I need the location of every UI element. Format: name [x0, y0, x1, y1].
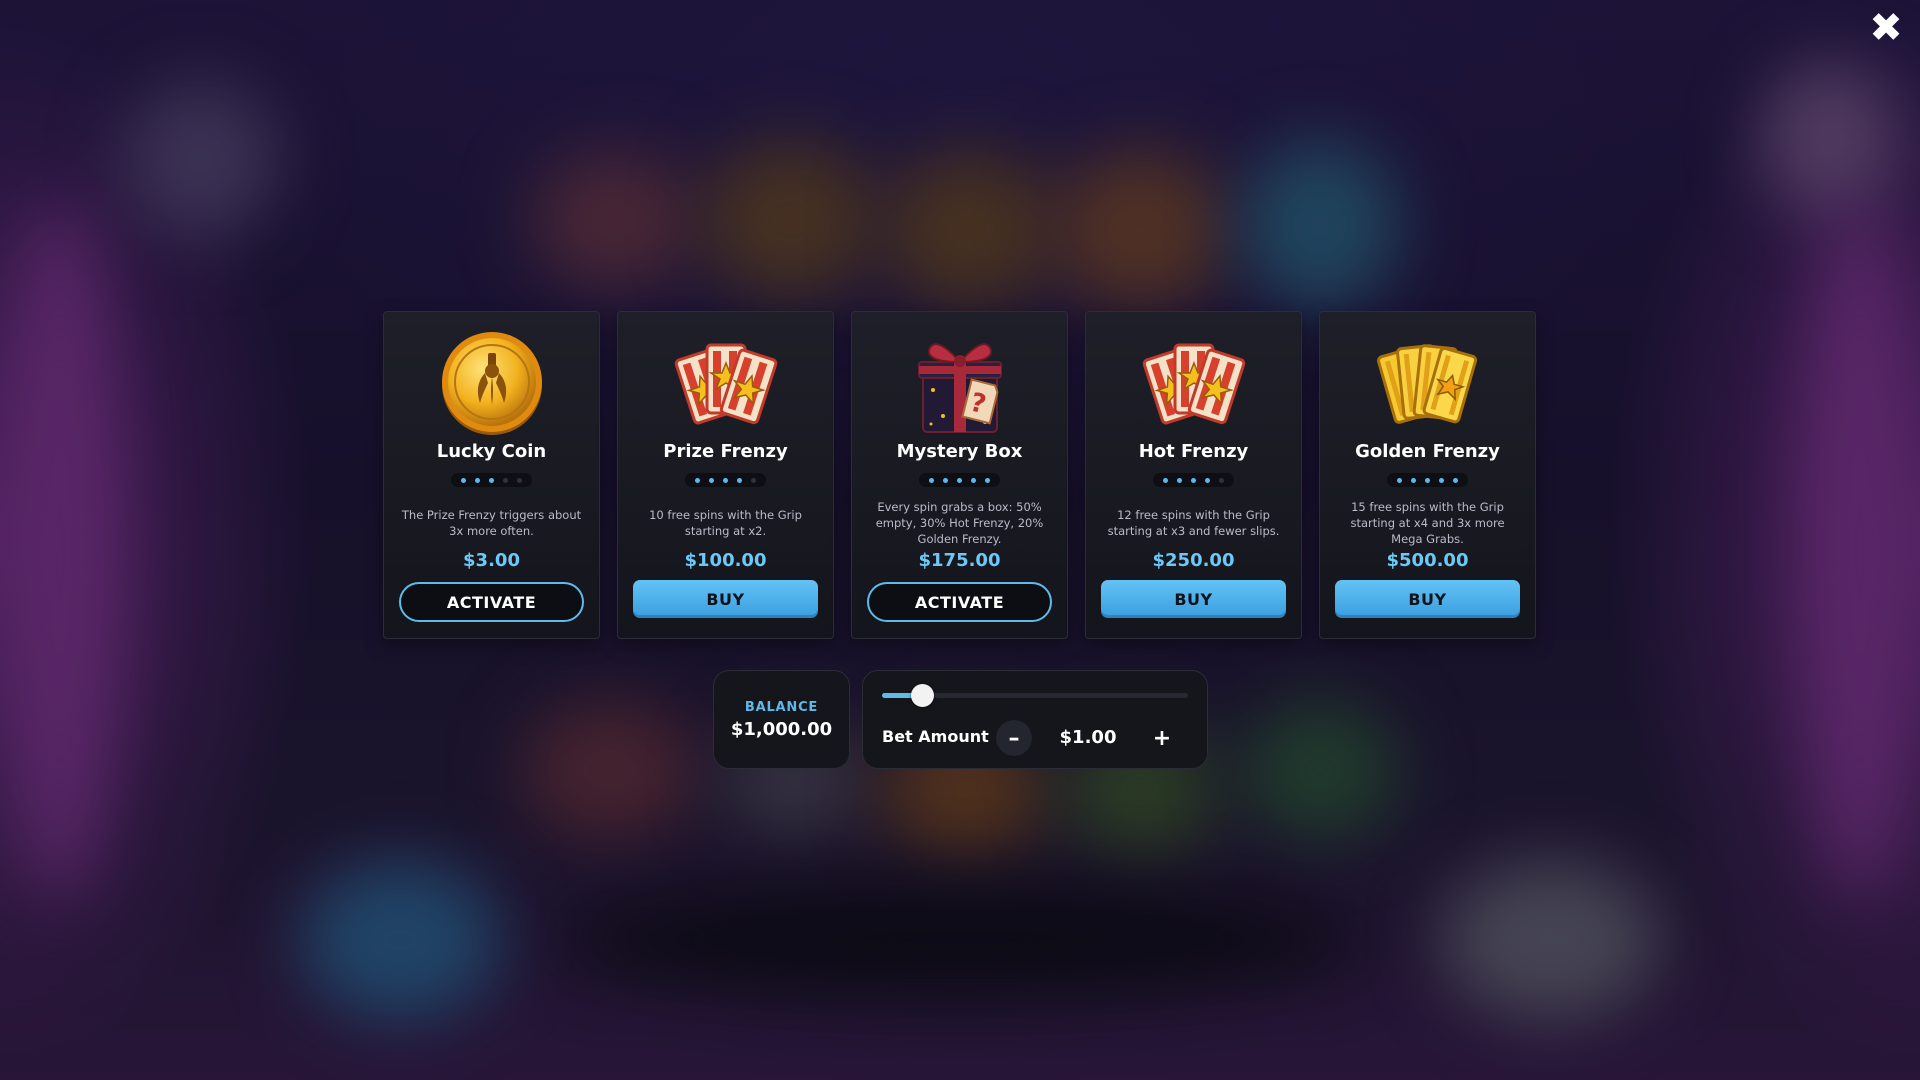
rating-dot-filled	[1411, 477, 1416, 483]
rating-dot-filled	[1205, 477, 1210, 483]
card-description: 15 free spins with the Grip starting at …	[1350, 500, 1505, 546]
activate-button[interactable]: ACTIVATE	[399, 582, 584, 622]
rating-dot-filled	[461, 477, 466, 483]
red-tickets-icon	[671, 328, 781, 438]
card-description: The Prize Frenzy triggers about 3x more …	[401, 508, 582, 538]
bonus-card-prize-frenzy: Prize Frenzy 10 free spins with the Grip…	[617, 311, 834, 639]
bet-amount-value: $1.00	[1059, 727, 1117, 748]
bonus-buy-cards: Lucky Coin The Prize Frenzy triggers abo…	[383, 311, 1536, 639]
mystery-gift-box-icon: ?	[905, 328, 1015, 438]
bonus-card-lucky-coin: Lucky Coin The Prize Frenzy triggers abo…	[383, 311, 600, 639]
rating-dot-empty	[517, 477, 522, 483]
rating-dot-empty	[751, 477, 756, 483]
card-title: Prize Frenzy	[663, 441, 788, 462]
rating-dot-filled	[489, 477, 494, 483]
balance-label: BALANCE	[744, 699, 819, 715]
buy-button[interactable]: BUY	[633, 580, 818, 618]
rating-dot-filled	[709, 477, 714, 483]
rating-dot-filled	[1177, 477, 1182, 483]
rating-dots	[1153, 473, 1234, 487]
buy-button[interactable]: BUY	[1101, 580, 1286, 618]
card-title: Mystery Box	[896, 441, 1023, 462]
bet-amount-label: Bet Amount	[882, 727, 989, 746]
buy-button[interactable]: BUY	[1335, 580, 1520, 618]
card-description: Every spin grabs a box: 50% empty, 30% H…	[875, 500, 1044, 546]
rating-dots	[451, 473, 532, 487]
rating-dot-filled	[1439, 477, 1444, 483]
rating-dot-filled	[1191, 477, 1196, 483]
rating-dots	[1387, 473, 1468, 487]
red-tickets-icon	[1139, 328, 1249, 438]
card-title: Golden Frenzy	[1355, 441, 1500, 462]
bet-slider-thumb[interactable]	[910, 684, 934, 707]
balance-value: $1,000.00	[730, 718, 833, 740]
activate-button[interactable]: ACTIVATE	[867, 582, 1052, 622]
card-price: $500.00	[1386, 550, 1469, 571]
card-title: Lucky Coin	[436, 441, 547, 462]
rating-dot-filled	[985, 477, 990, 483]
balance-panel: BALANCE $1,000.00	[713, 670, 850, 769]
rating-dots	[919, 473, 1000, 487]
rating-dot-filled	[929, 477, 934, 483]
close-button[interactable]: ✖	[1866, 8, 1906, 48]
rating-dot-filled	[475, 477, 480, 483]
golden-tickets-icon	[1373, 328, 1483, 438]
rating-dot-filled	[943, 477, 948, 483]
rating-dot-filled	[1163, 477, 1168, 483]
card-price: $175.00	[918, 550, 1001, 571]
bet-slider[interactable]	[882, 684, 1188, 707]
rating-dot-filled	[957, 477, 962, 483]
card-description: 10 free spins with the Grip starting at …	[649, 508, 802, 538]
rating-dot-filled	[737, 477, 742, 483]
rating-dot-filled	[723, 477, 728, 483]
bonus-card-mystery-box: ? Mystery Box Every spin grabs a box: 50…	[851, 311, 1068, 639]
card-price: $250.00	[1152, 550, 1235, 571]
minus-icon: –	[1008, 725, 1020, 751]
rating-dot-filled	[1425, 477, 1430, 483]
rating-dot-filled	[971, 477, 976, 483]
decrease-bet-button[interactable]: –	[996, 720, 1032, 756]
rating-dot-empty	[503, 477, 508, 483]
bonus-card-golden-frenzy: Golden Frenzy 15 free spins with the Gri…	[1319, 311, 1536, 639]
rating-dot-empty	[1219, 477, 1224, 483]
close-icon: ✖	[1869, 5, 1903, 51]
card-title: Hot Frenzy	[1138, 441, 1249, 462]
bet-panel: Bet Amount – $1.00 +	[862, 670, 1208, 769]
rating-dot-filled	[1453, 477, 1458, 483]
rating-dot-filled	[1397, 477, 1402, 483]
card-description: 12 free spins with the Grip starting at …	[1107, 508, 1280, 538]
card-price: $100.00	[684, 550, 767, 571]
bonus-card-hot-frenzy: Hot Frenzy 12 free spins with the Grip s…	[1085, 311, 1302, 639]
card-price: $3.00	[463, 550, 520, 571]
plus-icon: +	[1152, 725, 1172, 751]
coin-claw-icon	[437, 328, 547, 438]
rating-dots	[685, 473, 766, 487]
rating-dot-filled	[695, 477, 700, 483]
increase-bet-button[interactable]: +	[1144, 720, 1180, 756]
